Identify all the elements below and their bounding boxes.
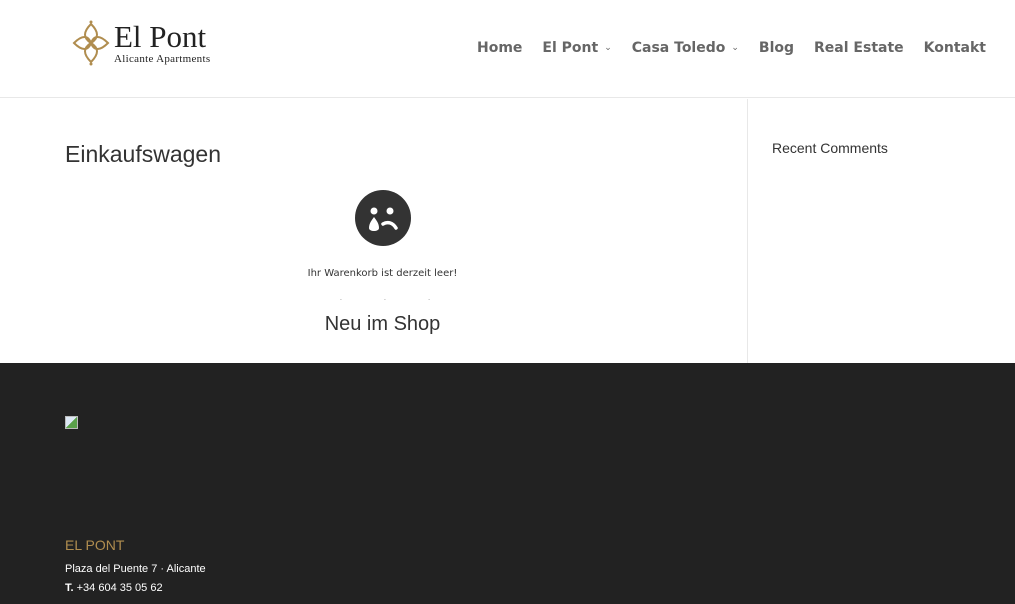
recent-comments-heading: Recent Comments [772, 140, 888, 156]
footer-title: EL PONT [65, 537, 125, 553]
footer-phone: T. +34 604 35 05 62 [65, 582, 163, 594]
nav-label: Blog [758, 40, 795, 56]
nav-blog[interactable]: Blog [759, 40, 794, 56]
divider: · · · [340, 297, 430, 304]
site-footer: EL PONT Plaza del Puente 7 · Alicante T.… [0, 363, 1015, 604]
nav-real-estate[interactable]: Real Estate [814, 40, 904, 56]
logo-title: El Pont [114, 18, 207, 54]
main-nav: Home El Pont ⌄ Casa Toledo ⌄ Blog Real Est… [477, 40, 1006, 56]
sad-face-icon [355, 190, 411, 246]
nav-el-pont[interactable]: El Pont ⌄ [542, 40, 611, 56]
nav-home[interactable]: Home [477, 40, 522, 56]
logo-emblem-icon [72, 20, 110, 66]
footer-address: Plaza del Puente 7 · Alicante [65, 563, 206, 575]
sidebar-divider [747, 99, 748, 363]
chevron-down-icon: ⌄ [604, 43, 612, 53]
new-in-shop-heading: Neu im Shop [324, 313, 441, 335]
page-title: Einkaufswagen [65, 141, 221, 167]
nav-label: Casa Toledo [631, 40, 726, 56]
nav-label: El Pont [542, 40, 599, 56]
chevron-down-icon: ⌄ [731, 43, 739, 53]
phone-number[interactable]: +34 604 35 05 62 [77, 582, 163, 594]
nav-label: Real Estate [814, 40, 904, 56]
site-header: El Pont Alicante Apartments Home El Pont… [0, 0, 1015, 98]
nav-kontakt[interactable]: Kontakt [924, 40, 986, 56]
logo[interactable]: El Pont Alicante Apartments [72, 20, 210, 66]
phone-label: T. [65, 582, 74, 594]
broken-image-icon [65, 416, 78, 429]
empty-cart-message: Ihr Warenkorb ist derzeit leer! [307, 268, 458, 279]
nav-label: Home [477, 40, 523, 56]
logo-subtitle: Alicante Apartments [114, 52, 211, 65]
main-content: Einkaufswagen Ihr Warenkorb ist derzeit … [0, 99, 1015, 363]
nav-label: Kontakt [923, 40, 986, 56]
nav-casa-toledo[interactable]: Casa Toledo ⌄ [632, 40, 739, 56]
